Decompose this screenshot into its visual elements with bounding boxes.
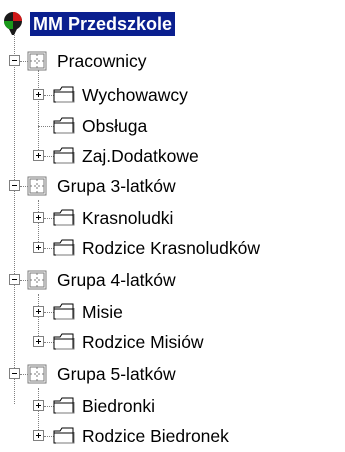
tree-group-label: Pracownicy (57, 51, 147, 71)
folder-icon (53, 427, 75, 445)
folder-icon (53, 239, 75, 257)
tree-root[interactable]: MM Przedszkole (2, 8, 176, 40)
balloon-icon (2, 12, 24, 36)
expand-toggle[interactable] (33, 336, 44, 347)
expand-toggle[interactable] (33, 306, 44, 317)
tree-item-label: Obsługa (82, 116, 148, 136)
tree-item-biedronki[interactable]: Biedronki (33, 390, 157, 422)
tree-item-rodzice-krasnoludkow[interactable]: Rodzice Krasnoludków (33, 232, 262, 264)
folder-icon (53, 333, 75, 351)
tree-group-grupa-4[interactable]: Grupa 4-latków (9, 264, 178, 296)
tree-item-label: Wychowawcy (82, 85, 188, 105)
tree-group-label: Grupa 3-latków (57, 176, 176, 196)
folder-icon (53, 303, 75, 321)
tree-item-zaj-dodatkowe[interactable]: Zaj.Dodatkowe (33, 140, 201, 172)
expand-toggle[interactable] (33, 430, 44, 441)
tree-item-label: Krasnoludki (82, 208, 174, 228)
expand-toggle[interactable] (33, 212, 44, 223)
folder-icon (53, 209, 75, 227)
tree-item-label: Biedronki (82, 396, 155, 416)
group-icon (27, 51, 47, 71)
tree-group-label: Grupa 5-latków (57, 364, 176, 384)
tree-item-misie[interactable]: Misie (33, 296, 125, 328)
expand-toggle[interactable] (33, 242, 44, 253)
tree-item-label: Rodzice Biedronek (82, 426, 229, 446)
expand-toggle[interactable] (33, 400, 44, 411)
expand-toggle[interactable] (33, 150, 44, 161)
tree-group-label: Grupa 4-latków (57, 270, 176, 290)
expand-toggle[interactable] (33, 89, 44, 100)
group-icon (27, 270, 47, 290)
tree-view: MM Przedszkole Pracownicy Wychowawcy Obs… (0, 0, 345, 452)
tree-item-label: Misie (82, 302, 123, 322)
folder-icon (53, 397, 75, 415)
group-icon (27, 176, 47, 196)
tree-item-wychowawcy[interactable]: Wychowawcy (33, 79, 190, 111)
tree-item-label: Zaj.Dodatkowe (82, 146, 199, 166)
folder-icon (53, 147, 75, 165)
folder-icon (53, 86, 75, 104)
collapse-toggle[interactable] (9, 180, 20, 191)
group-icon (27, 364, 47, 384)
tree-item-obsluga[interactable]: Obsługa (33, 110, 149, 142)
tree-group-grupa-5[interactable]: Grupa 5-latków (9, 358, 178, 390)
tree-root-label[interactable]: MM Przedszkole (30, 12, 176, 36)
tree-group-pracownicy[interactable]: Pracownicy (9, 45, 148, 77)
collapse-toggle[interactable] (9, 55, 20, 66)
collapse-toggle[interactable] (9, 274, 20, 285)
tree-item-label: Rodzice Misiów (82, 332, 204, 352)
tree-item-rodzice-biedronek[interactable]: Rodzice Biedronek (33, 420, 231, 452)
collapse-toggle[interactable] (9, 368, 20, 379)
tree-connector (14, 30, 15, 404)
tree-item-label: Rodzice Krasnoludków (82, 238, 261, 258)
tree-item-rodzice-misiow[interactable]: Rodzice Misiów (33, 326, 206, 358)
folder-icon (53, 117, 75, 135)
tree-group-grupa-3[interactable]: Grupa 3-latków (9, 170, 178, 202)
tree-item-krasnoludki[interactable]: Krasnoludki (33, 202, 175, 234)
